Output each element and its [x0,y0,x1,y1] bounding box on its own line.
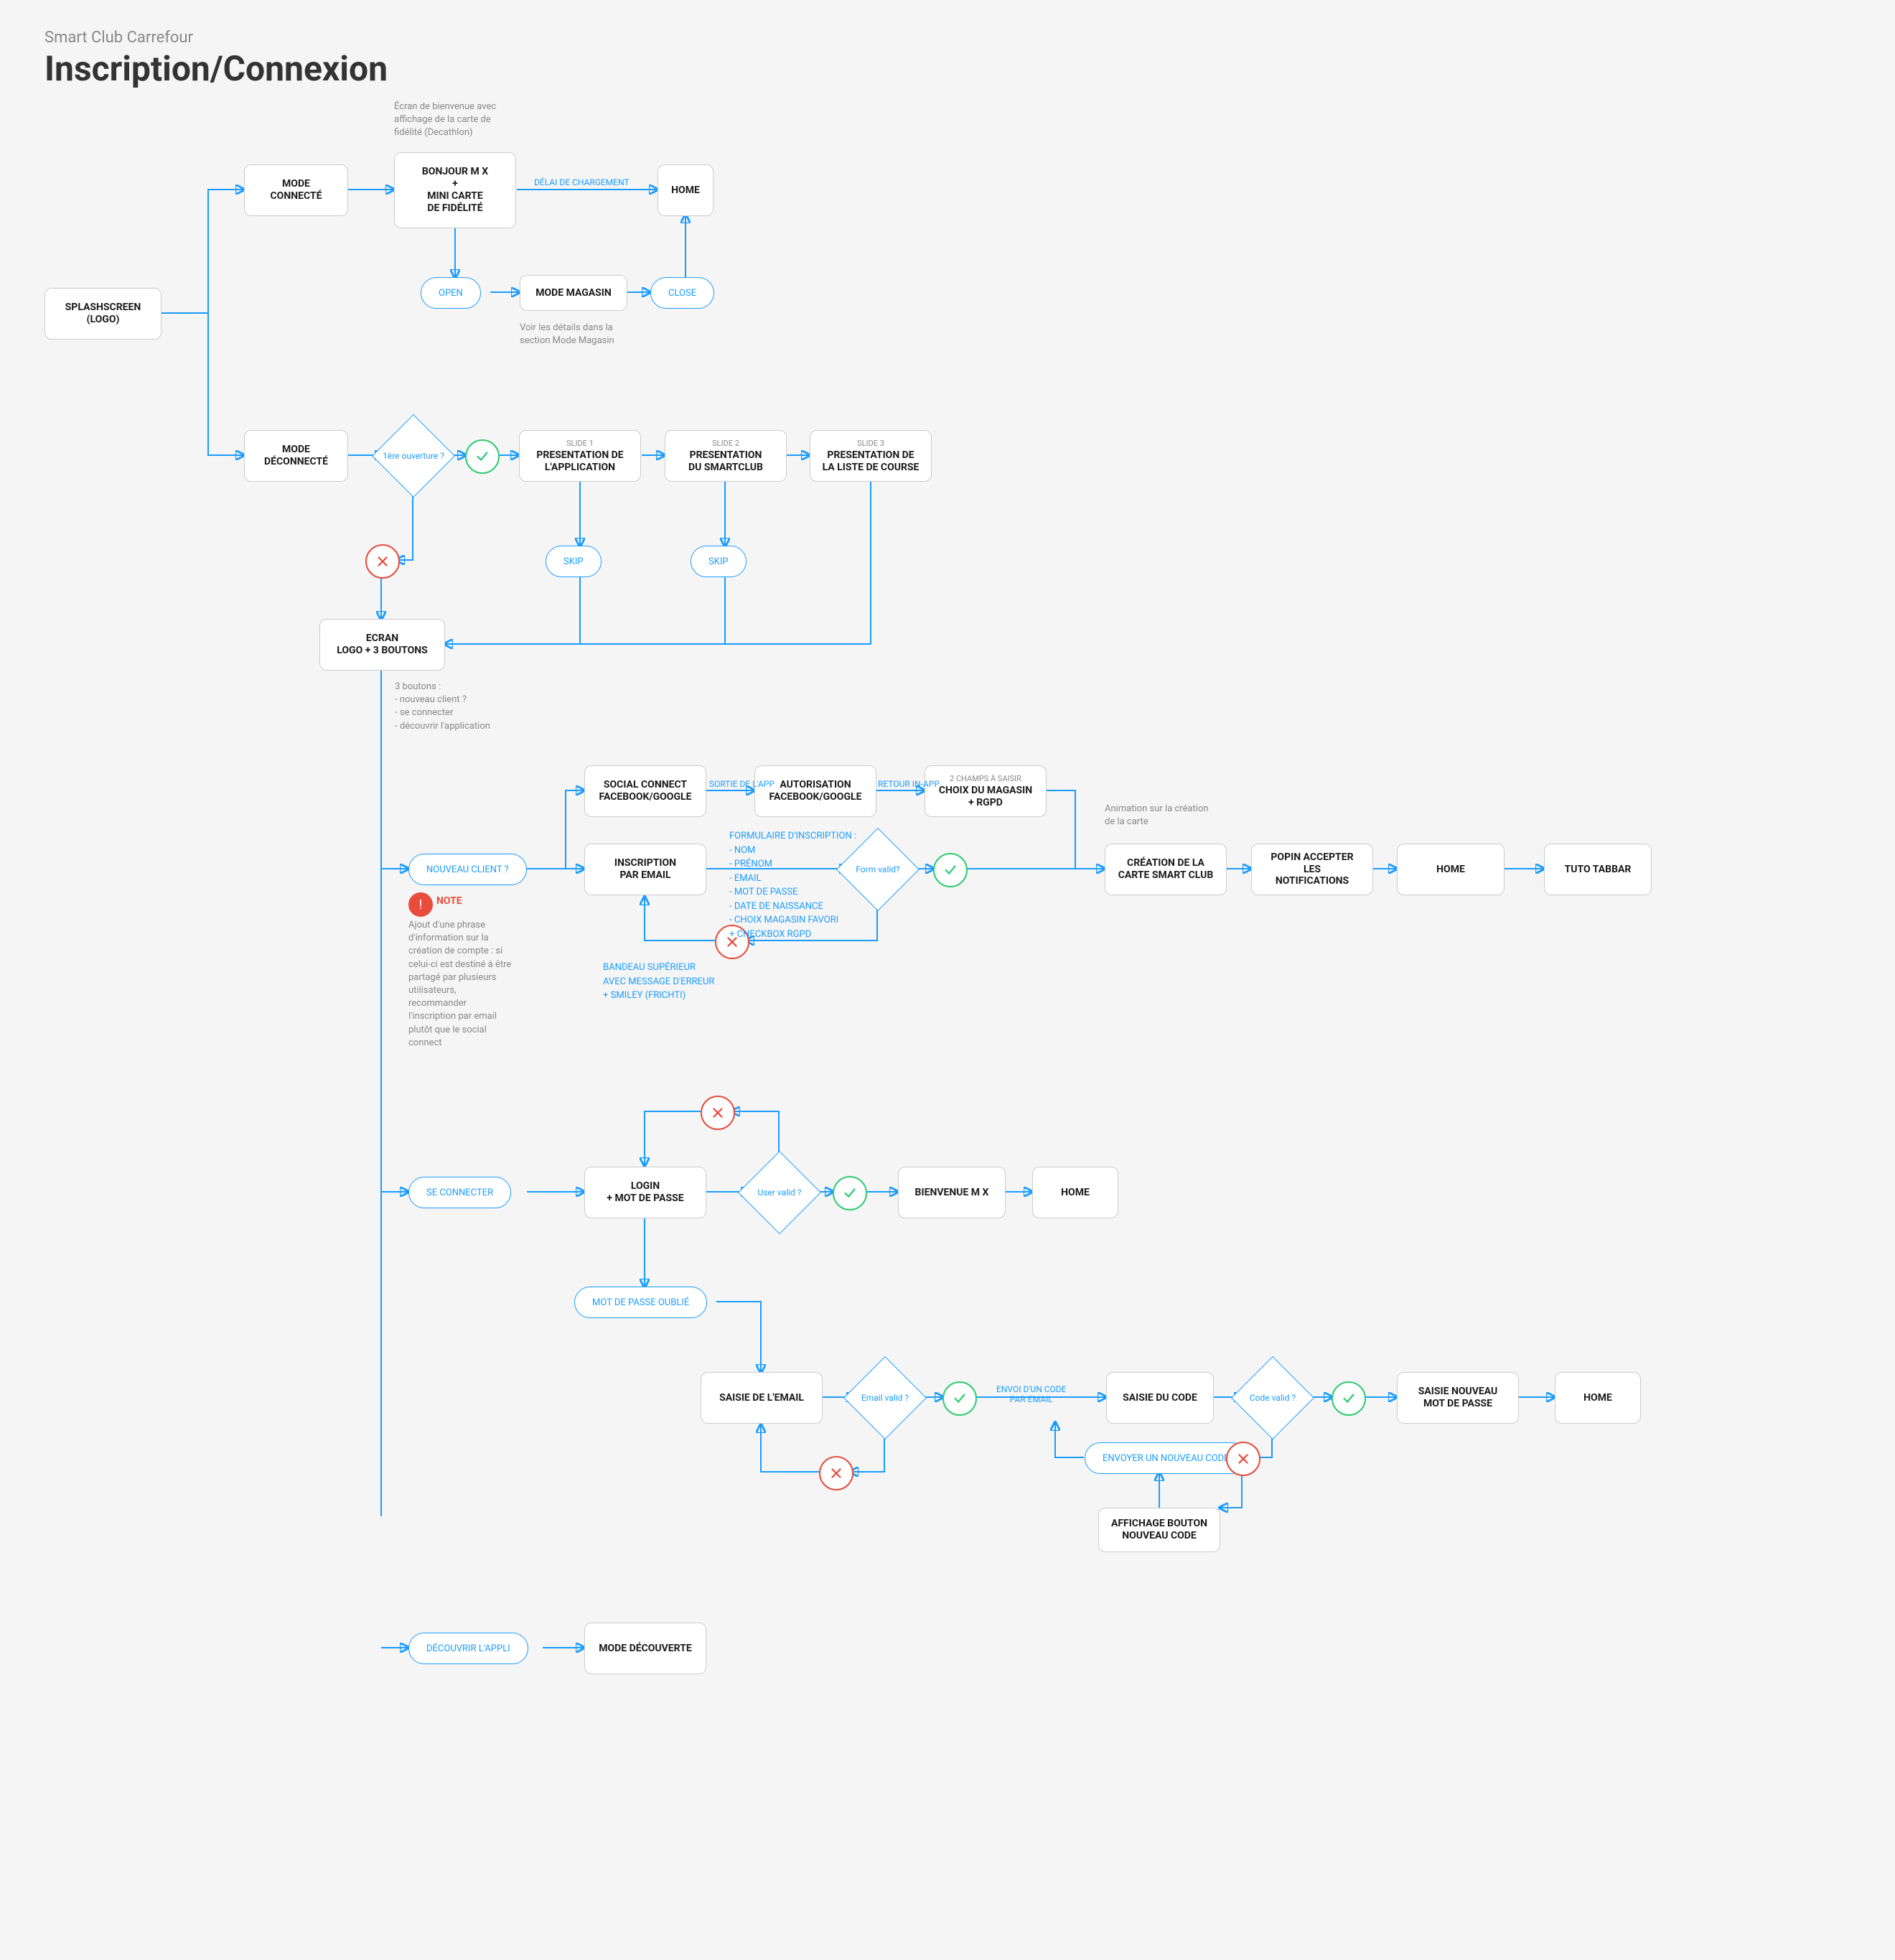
annot-bandeau: BANDEAU SUPÉRIEUR AVEC MESSAGE D'ERREUR … [603,961,790,1003]
node-inscription-email: INSCRIPTION PAR EMAIL [584,844,706,895]
node-home-4: HOME [1555,1372,1641,1424]
annot-formulaire: FORMULAIRE D'INSCRIPTION : - NOM - PRÉNO… [729,829,916,941]
cross-icon [365,544,400,579]
node-bienvenue: BIENVENUE M X [898,1167,1006,1218]
pill-se-connecter: SE CONNECTER [408,1177,511,1208]
annot-animation-carte: Animation sur la création de la carte [1105,803,1263,829]
note-title: NOTE [436,895,462,907]
node-slide2: SLIDE 2PRESENTATION DU SMARTCLUB [665,430,787,482]
check-icon [1332,1381,1366,1416]
annot-trois-boutons: 3 boutons : - nouveau client ? - se conn… [395,681,567,733]
label-retour-inapp: RETOUR IN-APP [878,779,940,789]
node-ecran-3boutons: ECRAN LOGO + 3 BOUTONS [319,619,445,671]
pill-envoyer-nouveau-code: ENVOYER UN NOUVEAU CODE [1085,1442,1248,1474]
cross-icon [1226,1442,1260,1476]
diamond-user-valid: User valid ? [738,1151,821,1234]
label-delai-chargement: DÉLAI DE CHARGEMENT [534,177,630,187]
node-choix-magasin: 2 CHAMPS À SAISIRCHOIX DU MAGASIN + RGPD [925,765,1047,817]
node-mode-magasin: MODE MAGASIN [520,275,627,311]
node-home-2: HOME [1397,844,1505,895]
check-icon [942,1381,977,1416]
node-home-3: HOME [1032,1167,1118,1218]
cross-icon [701,1096,735,1130]
node-mode-deconnecte: MODE DÉCONNECTÉ [244,430,348,482]
pill-open: OPEN [421,277,481,309]
diamond-code-valid: Code valid ? [1231,1356,1314,1439]
label-sortie-app: SORTIE DE L'APP [709,779,775,789]
diamond-premiere-ouverture: 1ère ouverture ? [372,414,455,498]
pill-skip2: SKIP [691,546,747,577]
node-tuto-tabbar: TUTO TABBAR [1544,844,1652,895]
label-envoi-code: ENVOI D'UN CODE PAR EMAIL [996,1384,1067,1404]
node-saisie-code: SAISIE DU CODE [1106,1372,1214,1424]
pill-decouvrir-appli: DÉCOUVRIR L'APPLI [408,1633,528,1664]
annot-ecran-bienvenue: Écran de bienvenue avec affichage de la … [394,101,538,140]
node-login-mdp: LOGIN + MOT DE PASSE [584,1167,706,1218]
node-bonjour: BONJOUR M X + MINI CARTE DE FIDÉLITÉ [394,152,516,228]
pill-close: CLOSE [650,277,714,309]
pill-nouveau-client: NOUVEAU CLIENT ? [408,854,527,885]
node-mode-connecte: MODE CONNECTÉ [244,164,348,216]
page-title: Inscription/Connexion [45,48,388,89]
pill-skip1: SKIP [546,546,602,577]
flowchart-canvas: Smart Club Carrefour Inscription/Connexi… [0,0,1895,1960]
diamond-email-valid: Email valid ? [843,1356,927,1439]
cross-icon [819,1456,853,1490]
node-saisie-email: SAISIE DE L'EMAIL [701,1372,823,1424]
check-icon [933,853,968,887]
annot-note: Ajout d'une phrase d'information sur la … [408,919,552,1050]
node-mode-decouverte: MODE DÉCOUVERTE [584,1623,706,1674]
connectors [0,0,1895,1960]
info-icon: ! [408,892,433,917]
node-popin-notif: POPIN ACCEPTER LES NOTIFICATIONS [1251,844,1373,895]
pill-mdp-oublie: MOT DE PASSE OUBLIÉ [574,1287,707,1318]
node-saisie-nouveau-mdp: SAISIE NOUVEAU MOT DE PASSE [1397,1372,1519,1424]
node-splashscreen: SPLASHSCREEN (LOGO) [45,288,162,340]
check-icon [833,1176,867,1210]
node-creation-carte: CRÉATION DE LA CARTE SMART CLUB [1105,844,1227,895]
annot-voir-details: Voir les détails dans la section Mode Ma… [520,322,663,347]
page-subtitle: Smart Club Carrefour [45,29,388,47]
check-icon [465,439,500,474]
node-home-1: HOME [658,164,713,216]
node-autorisation: AUTORISATION FACEBOOK/GOOGLE [754,765,876,817]
title-block: Smart Club Carrefour Inscription/Connexi… [45,29,388,89]
node-social-connect: SOCIAL CONNECT FACEBOOK/GOOGLE [584,765,706,817]
node-slide3: SLIDE 3PRESENTATION DE LA LISTE DE COURS… [810,430,932,482]
node-slide1: SLIDE 1PRESENTATION DE L'APPLICATION [519,430,641,482]
node-affichage-bouton: AFFICHAGE BOUTON NOUVEAU CODE [1098,1508,1220,1552]
